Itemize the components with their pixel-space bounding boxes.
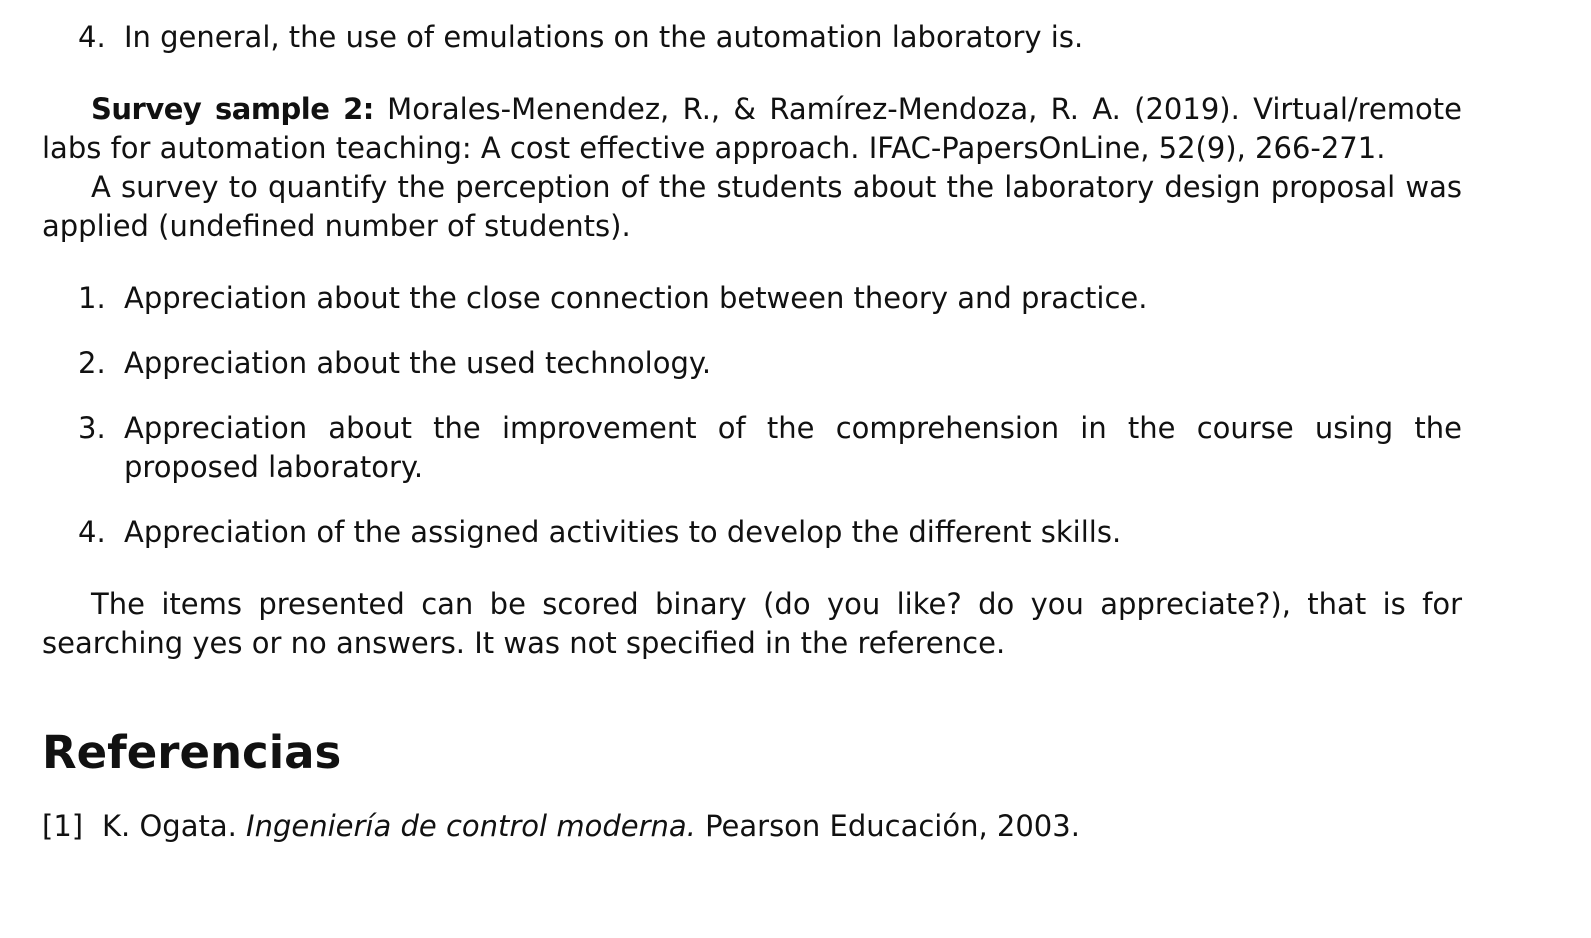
references-heading: Referencias (42, 726, 342, 779)
survey-intro: A survey to quantify the perception of t… (42, 170, 1462, 243)
survey-label: Survey sample 2: (91, 92, 374, 126)
list-item-number: 2. (78, 346, 106, 380)
reference-title: Ingeniería de control moderna. (246, 809, 696, 843)
reference-entry: [1] K. Ogata. Ingeniería de control mode… (42, 807, 1462, 846)
list-item-number: 4. (78, 515, 106, 549)
list-item: 3. Appreciation about the improvement of… (42, 409, 1462, 487)
list-item: 4. In general, the use of emulations on … (42, 18, 1462, 57)
list-item: 4. Appreciation of the assigned activiti… (42, 513, 1462, 552)
document-page: 4. In general, the use of emulations on … (42, 18, 1462, 846)
list-item: 1. Appreciation about the close connecti… (42, 279, 1462, 318)
reference-author: K. Ogata. (102, 809, 247, 843)
list-item-text: Appreciation about the improvement of th… (124, 411, 1462, 484)
list-item-number: 3. (78, 411, 106, 445)
list-item-number: 4. (78, 20, 106, 54)
list-item-text: Appreciation about the close connection … (124, 281, 1148, 315)
reference-publisher: Pearson Educación, 2003. (695, 809, 1080, 843)
list-item-text: Appreciation of the assigned activities … (124, 515, 1122, 549)
survey-citation: Survey sample 2: Morales-Menendez, R., &… (42, 90, 1462, 168)
list-item-number: 1. (78, 281, 106, 315)
list-item-text: Appreciation about the used technology. (124, 346, 712, 380)
closing-paragraph: The items presented can be scored binary… (42, 587, 1462, 660)
reference-number: [1] (42, 809, 84, 843)
list-item-text: In general, the use of emulations on the… (124, 20, 1084, 54)
list-item: 2. Appreciation about the used technolog… (42, 344, 1462, 383)
